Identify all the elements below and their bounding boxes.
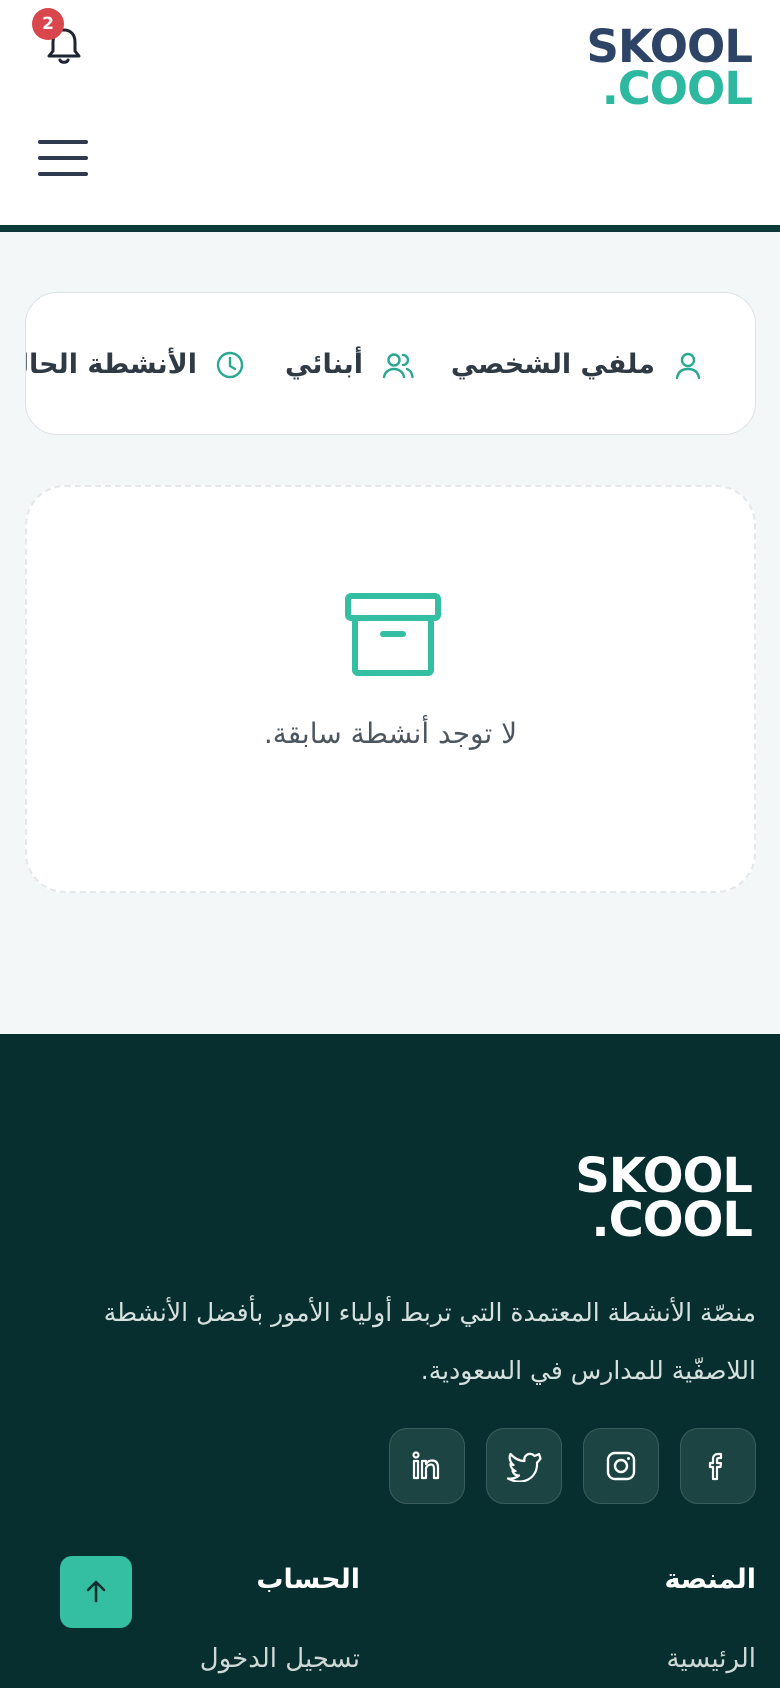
tab-label: الأنشطة الحالية <box>26 349 197 380</box>
tab-label: أبنائي <box>284 349 363 380</box>
linkedin-link[interactable] <box>389 1428 465 1504</box>
twitter-link[interactable] <box>486 1428 562 1504</box>
footer-description: منصّة الأنشطة المعتمدة التي تربط أولياء … <box>103 1298 756 1385</box>
users-icon <box>382 352 414 378</box>
footer-link-login[interactable]: تسجيل الدخول <box>200 1644 360 1674</box>
hamburger-menu-icon <box>38 140 88 144</box>
tab-current-activities[interactable]: الأنشطة الحالية <box>26 293 245 434</box>
arrow-up-icon <box>86 1580 106 1603</box>
menu-button[interactable] <box>38 140 88 176</box>
empty-state-card: لا توجد أنشطة سابقة. <box>25 485 756 893</box>
scroll-to-top-button[interactable] <box>60 1556 132 1628</box>
notification-count-badge: 2 <box>32 8 64 40</box>
twitter-icon <box>506 1452 542 1482</box>
account-tabs: ملفي الشخصي أبنائي الأنشطة الحالية <box>25 292 756 435</box>
footer-logo-line-2: .COOL <box>591 1192 753 1248</box>
clock-icon <box>216 351 244 378</box>
linkedin-icon <box>412 1451 440 1480</box>
facebook-link[interactable] <box>680 1428 756 1504</box>
social-links <box>389 1428 756 1504</box>
footer-heading-account: الحساب <box>256 1564 360 1595</box>
instagram-icon <box>606 1451 636 1481</box>
footer-logo[interactable]: SKOOL .COOL <box>552 1152 753 1248</box>
site-logo[interactable]: SKOOL .COOL <box>572 24 753 116</box>
archive-box-icon <box>345 593 441 676</box>
instagram-link[interactable] <box>583 1428 659 1504</box>
footer-link-home[interactable]: الرئيسية <box>666 1644 756 1674</box>
tab-label: ملفي الشخصي <box>450 349 655 380</box>
site-header: SKOOL .COOL 2 <box>0 0 780 232</box>
user-icon <box>675 352 701 379</box>
footer-heading-platform: المنصة <box>664 1564 757 1595</box>
tab-my-profile[interactable]: ملفي الشخصي <box>450 293 703 434</box>
facebook-icon <box>708 1452 723 1481</box>
empty-state-message: لا توجد أنشطة سابقة. <box>263 717 518 750</box>
tab-my-children[interactable]: أبنائي <box>284 293 415 434</box>
logo-line-2: .COOL <box>601 62 753 115</box>
site-footer: SKOOL .COOL منصّة الأنشطة المعتمدة التي … <box>0 1034 780 1688</box>
